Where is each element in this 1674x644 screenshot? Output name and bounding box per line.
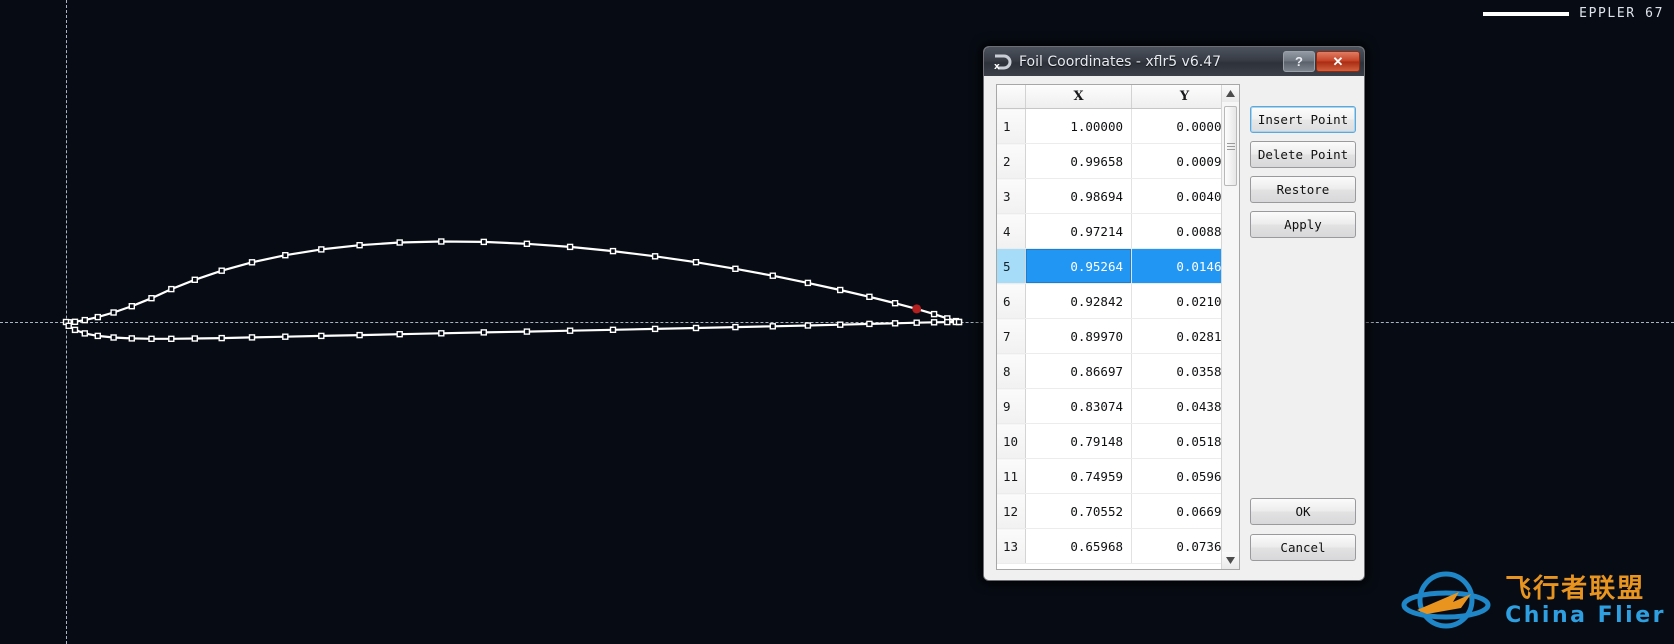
dialog-titlebar[interactable]: x Foil Coordinates - xflr5 v6.47 ? ✕ [984,47,1364,77]
row-index-cell[interactable]: 5 [997,248,1026,284]
coordinates-table-panel[interactable]: X Y 11.000000.0000020.996580.0009830.986… [996,84,1240,570]
dialog-title: Foil Coordinates - xflr5 v6.47 [1019,53,1222,70]
table-row[interactable]: 70.899700.02818 [997,318,1221,354]
cell-y[interactable]: 0.00000 [1131,108,1221,144]
table-row[interactable]: 110.749590.05962 [997,458,1221,494]
row-index-cell[interactable]: 4 [997,213,1026,249]
table-row[interactable]: 130.659680.07360 [997,528,1221,564]
scrollbar-thumb[interactable] [1224,106,1237,186]
legend-line-swatch [1483,11,1570,16]
cell-x[interactable]: 0.89970 [1025,318,1132,354]
row-index-cell[interactable]: 8 [997,353,1026,389]
cell-x[interactable]: 0.98694 [1025,178,1132,214]
restore-button[interactable]: Restore [1250,176,1356,203]
row-index-cell[interactable]: 3 [997,178,1026,214]
cell-x[interactable]: 1.00000 [1025,108,1132,144]
table-row[interactable]: 90.830740.04382 [997,388,1221,424]
cell-y[interactable]: 0.06695 [1131,493,1221,529]
row-index-cell[interactable]: 10 [997,423,1026,459]
row-index-cell[interactable]: 12 [997,493,1026,529]
button-spacer [1250,246,1356,498]
cell-x[interactable]: 0.99658 [1025,143,1132,179]
cell-x[interactable]: 0.70552 [1025,493,1132,529]
dialog-body: X Y 11.000000.0000020.996580.0009830.986… [984,76,1364,580]
watermark: 飞行者联盟 China Flier [1397,564,1666,638]
table-row[interactable]: 120.705520.06695 [997,493,1221,529]
foil-coordinates-dialog[interactable]: x Foil Coordinates - xflr5 v6.47 ? ✕ X Y… [983,46,1365,581]
cell-y[interactable]: 0.02818 [1131,318,1221,354]
watermark-chinese: 飞行者联盟 [1505,573,1646,604]
table-header-row: X Y [997,85,1221,109]
coordinates-table: X Y 11.000000.0000020.996580.0009830.986… [997,85,1221,564]
cell-x[interactable]: 0.83074 [1025,388,1132,424]
watermark-english: China Flier [1505,602,1666,628]
header-y[interactable]: Y [1131,85,1221,109]
cell-y[interactable]: 0.04382 [1131,388,1221,424]
table-vertical-scrollbar[interactable] [1221,85,1239,569]
delete-point-button[interactable]: Delete Point [1250,141,1356,168]
table-row[interactable]: 50.952640.01462 [997,248,1221,284]
xflr5-icon: x [992,52,1012,72]
row-index-cell[interactable]: 6 [997,283,1026,319]
row-index-cell[interactable]: 7 [997,318,1026,354]
table-row[interactable]: 20.996580.00098 [997,143,1221,179]
table-row[interactable]: 100.791480.05184 [997,423,1221,459]
close-button[interactable]: ✕ [1316,51,1360,72]
window-buttons: ? ✕ [1283,51,1360,72]
cell-x[interactable]: 0.65968 [1025,528,1132,564]
cell-x[interactable]: 0.95264 [1025,248,1132,284]
header-index[interactable] [997,85,1026,109]
table-row[interactable]: 30.986940.00401 [997,178,1221,214]
cell-x[interactable]: 0.92842 [1025,283,1132,319]
cell-y[interactable]: 0.03584 [1131,353,1221,389]
cell-y[interactable]: 0.00401 [1131,178,1221,214]
screen-root: EPPLER 67 飞行者联盟 China Flier x Foil Coord… [0,0,1674,644]
airfoil-curve [62,238,963,342]
ok-button[interactable]: OK [1250,498,1356,525]
cell-y[interactable]: 0.05184 [1131,423,1221,459]
cell-y[interactable]: 0.00881 [1131,213,1221,249]
dialog-button-column: Insert Point Delete Point Restore Apply … [1250,84,1356,570]
scrollbar-track[interactable] [1222,102,1239,552]
table-row[interactable]: 11.000000.00000 [997,108,1221,144]
cell-y[interactable]: 0.00098 [1131,143,1221,179]
china-flier-logo-icon [1401,571,1491,629]
table-scroll-region[interactable]: X Y 11.000000.0000020.996580.0009830.986… [997,85,1221,569]
svg-text:x: x [994,62,1000,72]
cell-x[interactable]: 0.97214 [1025,213,1132,249]
table-row[interactable]: 60.928420.02107 [997,283,1221,319]
row-index-cell[interactable]: 2 [997,143,1026,179]
cancel-button[interactable]: Cancel [1250,534,1356,561]
help-button[interactable]: ? [1283,51,1315,72]
insert-point-button[interactable]: Insert Point [1250,106,1356,133]
scroll-up-arrow-icon[interactable] [1222,85,1239,102]
table-row[interactable]: 80.866970.03584 [997,353,1221,389]
apply-button[interactable]: Apply [1250,211,1356,238]
plot-legend: EPPLER 67 [1483,6,1664,21]
table-row[interactable]: 40.972140.00881 [997,213,1221,249]
cell-y[interactable]: 0.07360 [1131,528,1221,564]
airfoil-plot[interactable]: EPPLER 67 飞行者联盟 China Flier [0,0,1674,644]
cell-y[interactable]: 0.02107 [1131,283,1221,319]
cell-x[interactable]: 0.86697 [1025,353,1132,389]
row-index-cell[interactable]: 9 [997,388,1026,424]
cell-x[interactable]: 0.74959 [1025,458,1132,494]
row-index-cell[interactable]: 13 [997,528,1026,564]
scrollbar-grip-icon [1226,141,1235,152]
legend-label: EPPLER 67 [1579,6,1664,21]
cell-y[interactable]: 0.05962 [1131,458,1221,494]
cell-y[interactable]: 0.01462 [1131,248,1221,284]
header-x[interactable]: X [1025,85,1132,109]
cell-x[interactable]: 0.79148 [1025,423,1132,459]
scroll-down-arrow-icon[interactable] [1222,552,1239,569]
row-index-cell[interactable]: 1 [997,108,1026,144]
row-index-cell[interactable]: 11 [997,458,1026,494]
